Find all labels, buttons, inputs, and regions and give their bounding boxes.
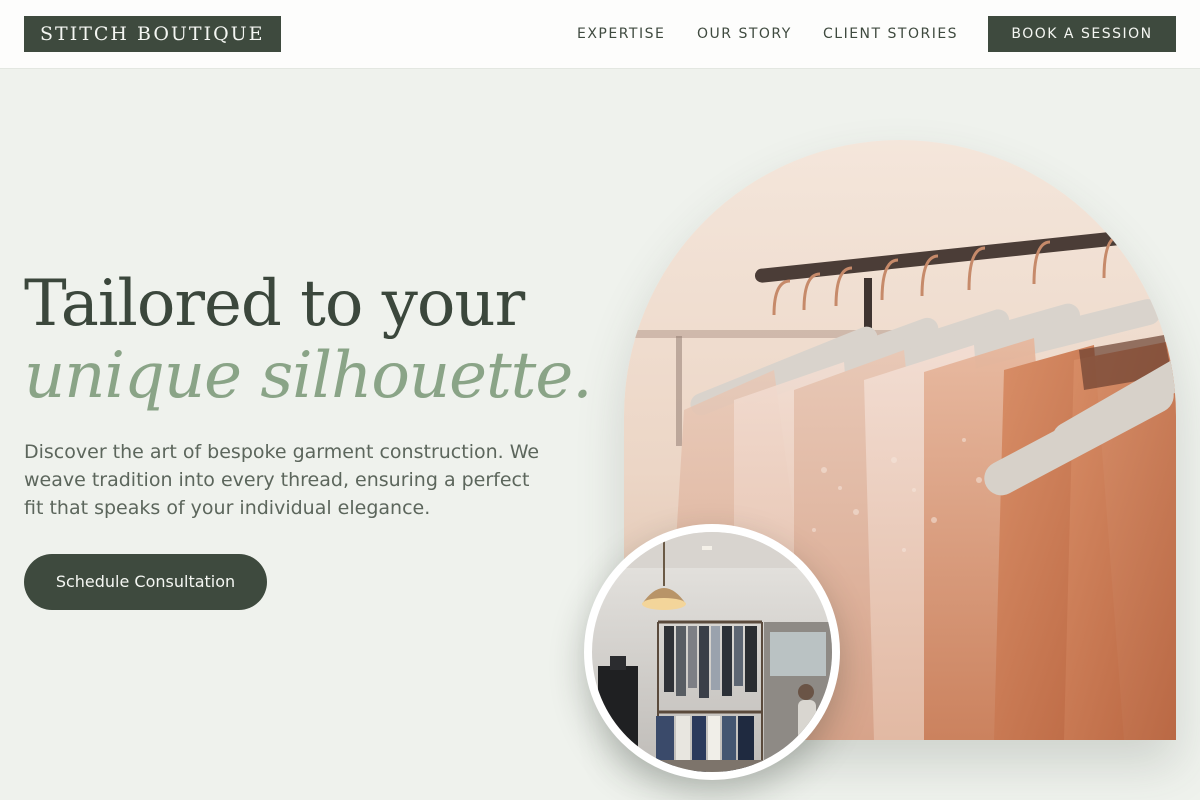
hero-headline-line1: Tailored to your: [24, 267, 525, 341]
nav-link-client-stories[interactable]: CLIENT STORIES: [823, 26, 958, 42]
boutique-interior-frame: [592, 532, 832, 772]
book-session-button[interactable]: BOOK A SESSION: [988, 16, 1176, 52]
brand-logo[interactable]: STITCH BOUTIQUE: [24, 16, 281, 52]
schedule-consultation-button[interactable]: Schedule Consultation: [24, 554, 267, 610]
boutique-interior-photo: [592, 532, 832, 772]
nav-link-expertise[interactable]: EXPERTISE: [577, 26, 665, 42]
hero-description: Discover the art of bespoke garment cons…: [24, 441, 540, 519]
site-header: STITCH BOUTIQUE EXPERTISE OUR STORY CLIE…: [0, 0, 1200, 69]
hero-headline-line2: unique silhouette.: [24, 339, 593, 413]
hero-headline: Tailored to your unique silhouette.: [24, 267, 593, 413]
boutique-interior-image: [584, 524, 840, 780]
nav-link-our-story[interactable]: OUR STORY: [697, 26, 792, 42]
